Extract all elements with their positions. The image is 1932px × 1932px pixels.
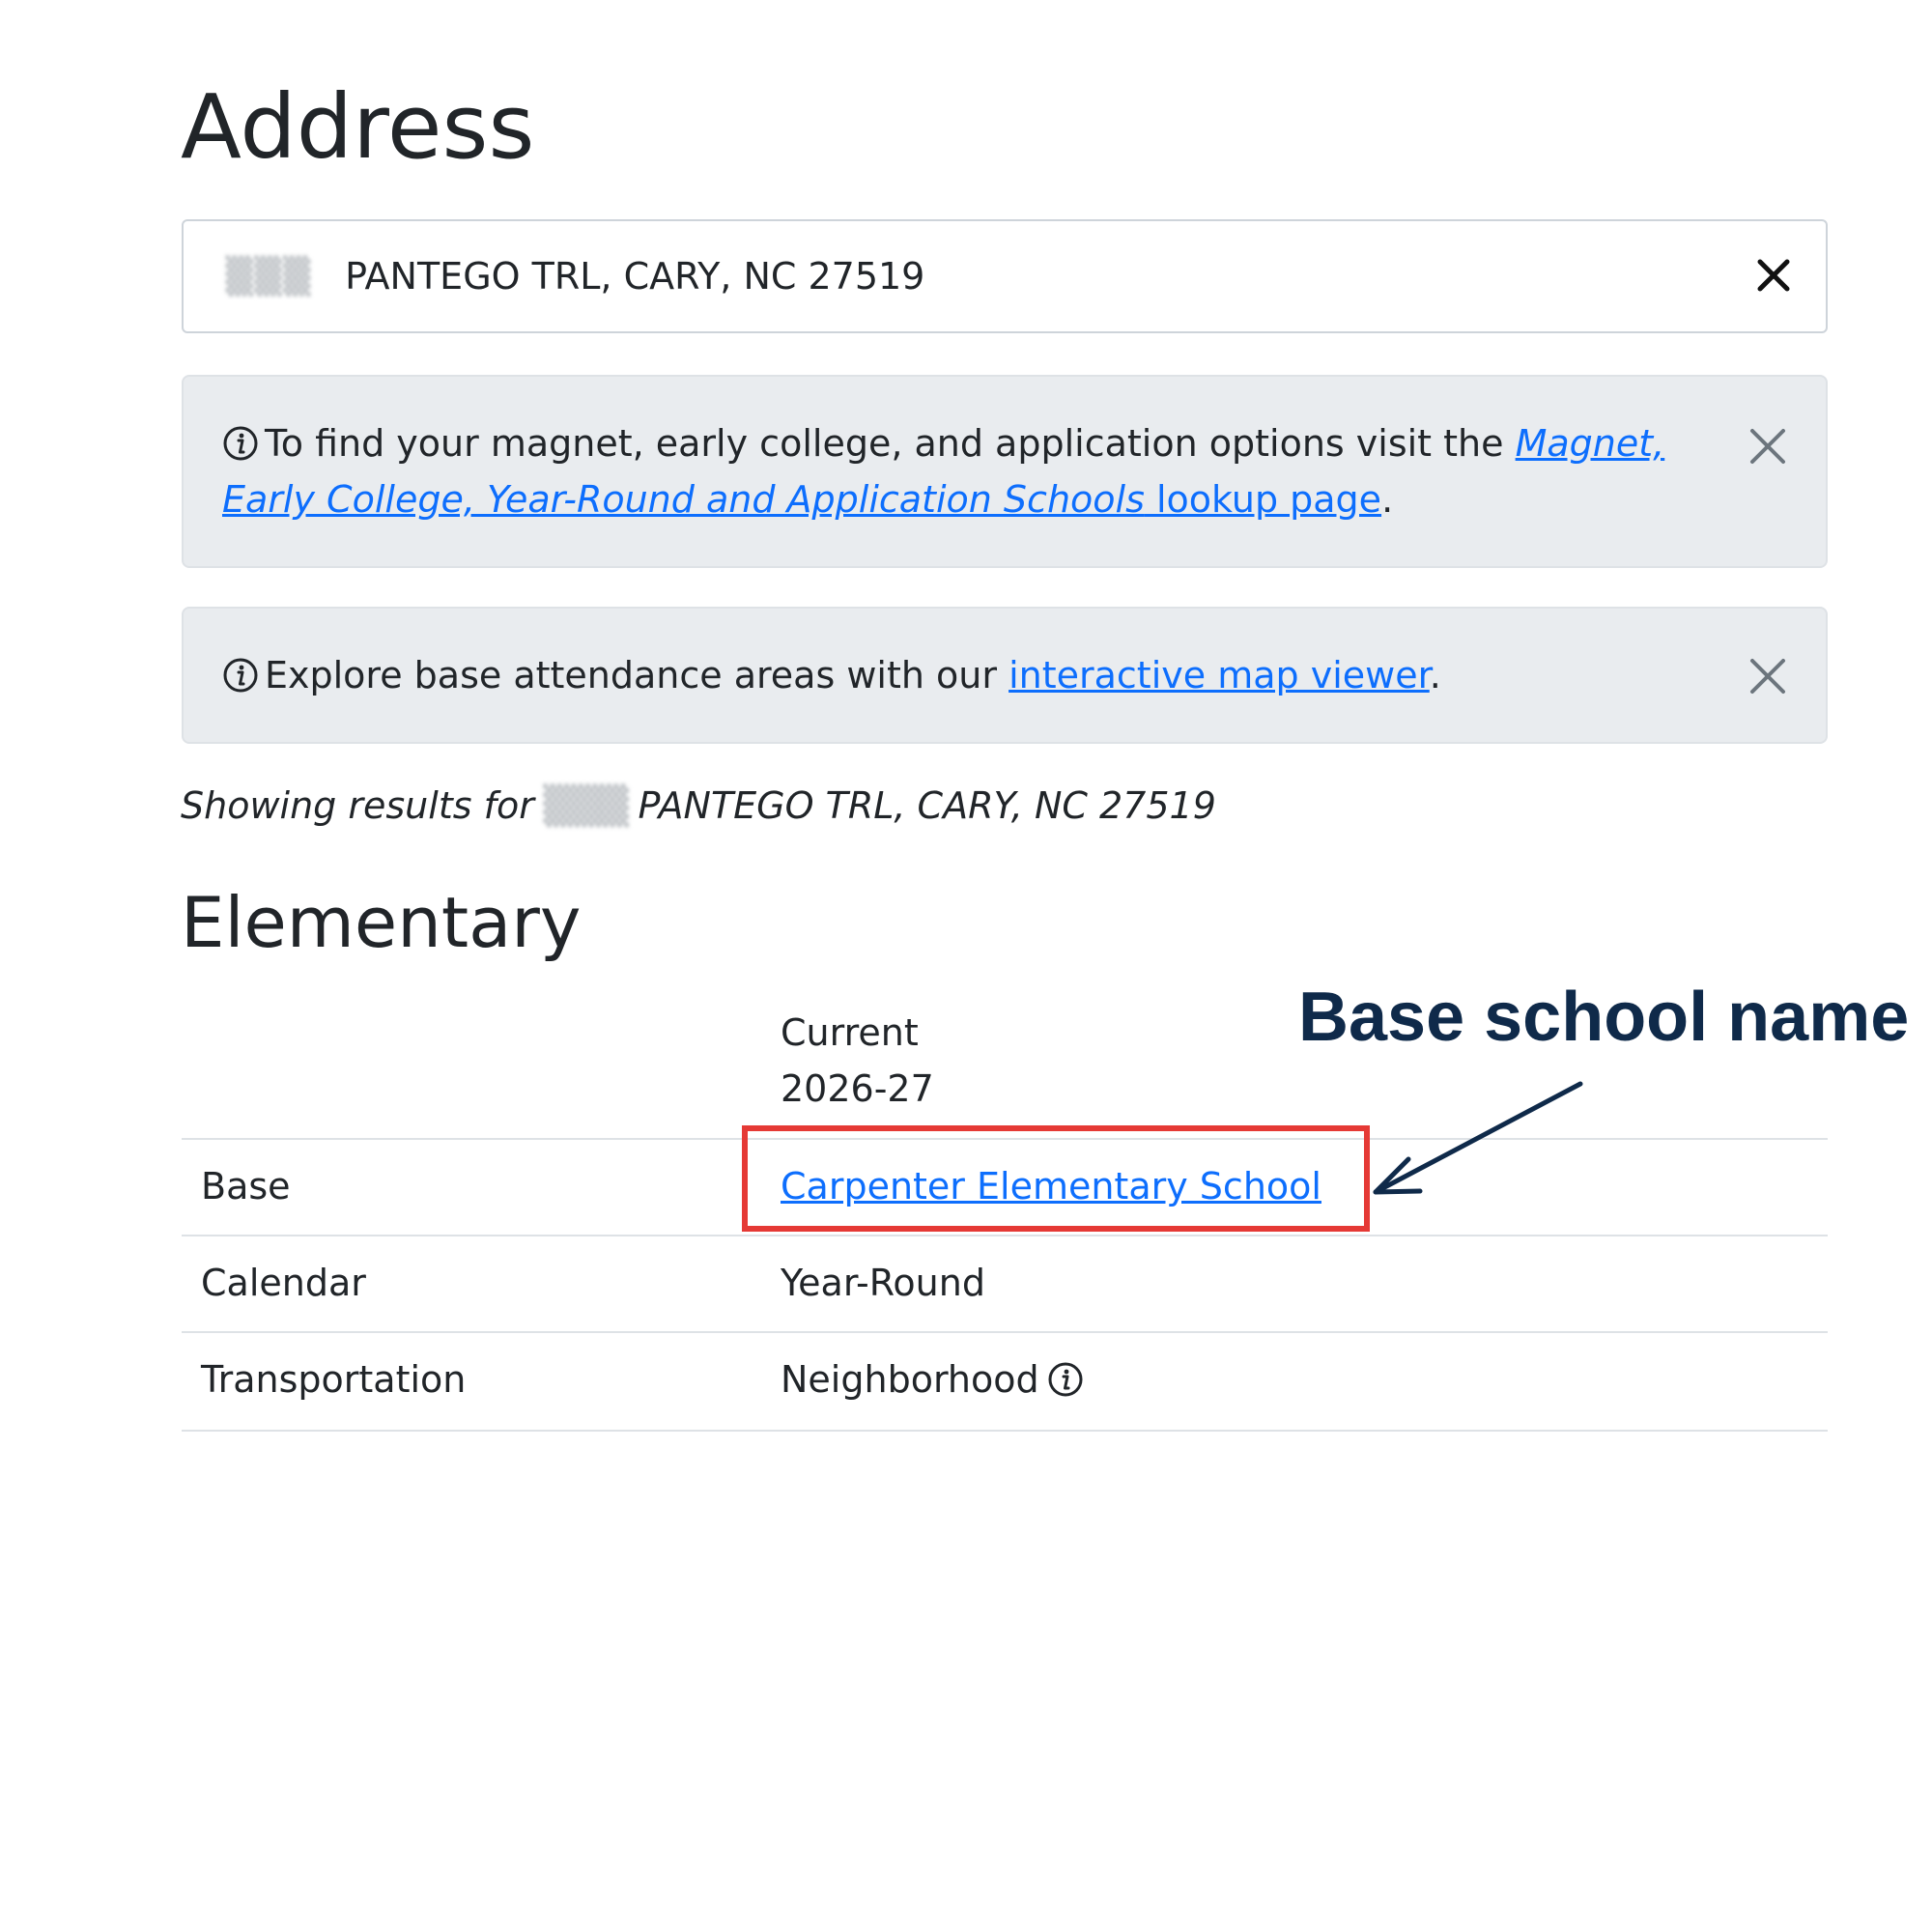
- clear-address-icon[interactable]: [1748, 250, 1799, 300]
- alert-text-before: Explore base attendance areas with our: [265, 654, 1009, 696]
- address-value[interactable]: PANTEGO TRL, CARY, NC 27519: [345, 255, 924, 298]
- address-search-field[interactable]: ▒▒▒ PANTEGO TRL, CARY, NC 27519: [182, 219, 1828, 333]
- info-icon[interactable]: [1047, 1361, 1084, 1398]
- alert-text: To find your magnet, early college, and …: [222, 415, 1710, 527]
- showing-address: PANTEGO TRL, CARY, NC 27519: [638, 784, 1216, 827]
- row-label: Transportation: [201, 1358, 467, 1401]
- page-title: Address: [181, 75, 535, 179]
- dismiss-alert-icon[interactable]: [1745, 653, 1791, 699]
- row-value: Year-Round: [781, 1262, 985, 1304]
- column-header-current: Current 2026-27: [781, 1005, 934, 1117]
- table-row-transportation: Transportation Neighborhood: [182, 1331, 1828, 1432]
- lookup-page-link[interactable]: lookup page: [1145, 478, 1381, 521]
- row-label: Base: [201, 1165, 291, 1208]
- showing-prefix: Showing results for: [181, 784, 534, 827]
- info-icon: [223, 658, 258, 693]
- annotation-arrow-icon: [1373, 1081, 1583, 1195]
- table-row-calendar: Calendar Year-Round: [182, 1235, 1828, 1333]
- elementary-section-title: Elementary: [181, 882, 582, 963]
- alert-text-after: .: [1381, 478, 1394, 521]
- alert-text-after: .: [1429, 654, 1441, 696]
- info-icon: [223, 426, 258, 461]
- row-label: Calendar: [201, 1262, 366, 1304]
- interactive-map-viewer-link[interactable]: interactive map viewer: [1009, 654, 1430, 696]
- clipped-heading-line: [181, 29, 1823, 68]
- map-viewer-alert: Explore base attendance areas with our i…: [182, 607, 1828, 744]
- dismiss-alert-icon[interactable]: [1745, 423, 1791, 469]
- redacted-house-number: ▒▒▒: [226, 256, 313, 297]
- redacted-house-number: ▒▒▒: [543, 784, 629, 827]
- base-school-highlight-box: [742, 1125, 1370, 1232]
- column-header-line2: 2026-27: [781, 1067, 934, 1110]
- column-header-line1: Current: [781, 1011, 919, 1054]
- alert-text: Explore base attendance areas with our i…: [222, 647, 1710, 703]
- transportation-value: Neighborhood: [781, 1358, 1039, 1401]
- showing-results-text: Showing results for ▒▒▒ PANTEGO TRL, CARY,…: [181, 784, 1216, 827]
- alert-text-before: To find your magnet, early college, and …: [265, 422, 1516, 465]
- magnet-info-alert: To find your magnet, early college, and …: [182, 375, 1828, 568]
- annotation-label: Base school name: [1298, 979, 1910, 1056]
- row-value: Neighborhood: [781, 1358, 1084, 1401]
